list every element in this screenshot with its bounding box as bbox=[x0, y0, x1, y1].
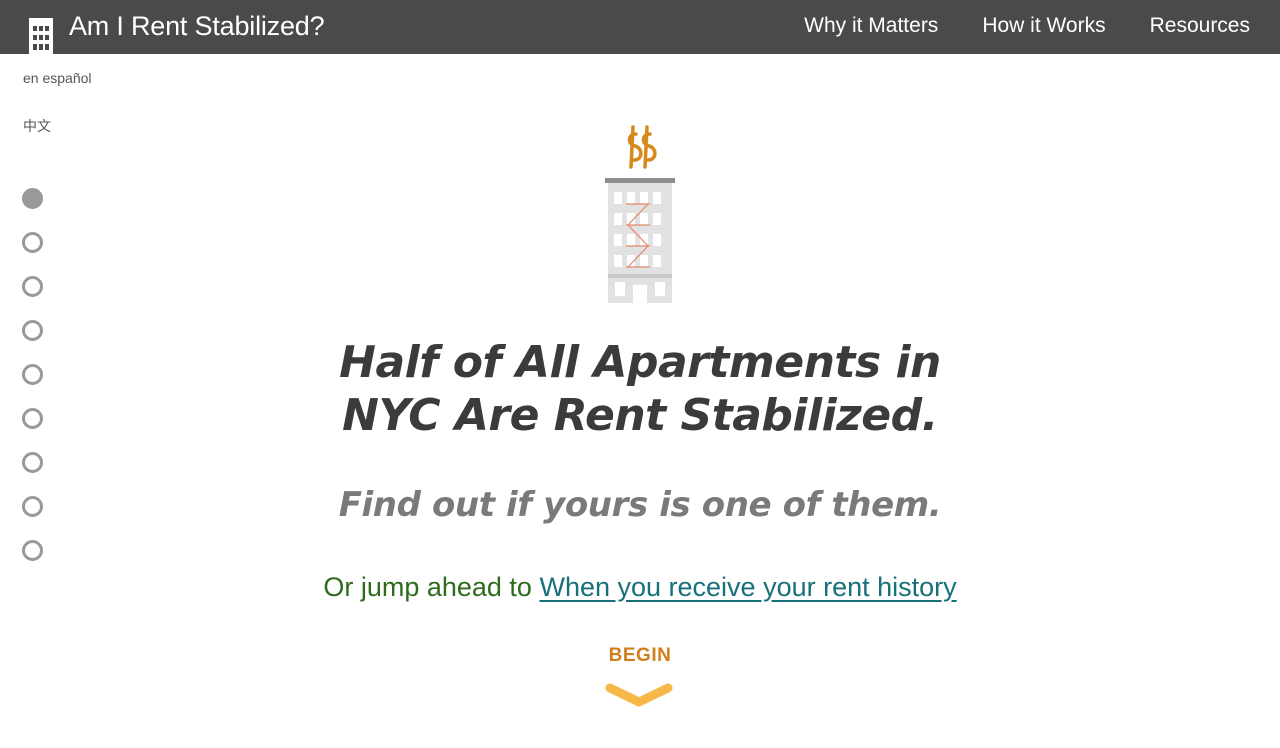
progress-dot-3[interactable] bbox=[22, 276, 43, 297]
progress-dot-6[interactable] bbox=[22, 408, 43, 429]
hero-subhead: Find out if yours is one of them. bbox=[338, 485, 942, 525]
nav-why-it-matters[interactable]: Why it Matters bbox=[804, 14, 938, 38]
building-with-dollar-smoke-icon bbox=[605, 125, 675, 303]
site-title[interactable]: Am I Rent Stabilized? bbox=[69, 11, 325, 42]
jump-ahead-text: Or jump ahead to When you receive your r… bbox=[140, 572, 1140, 603]
progress-dot-1[interactable] bbox=[22, 188, 43, 209]
language-link-chinese[interactable]: 中文 bbox=[23, 116, 51, 136]
nav-how-it-works[interactable]: How it Works bbox=[982, 14, 1105, 38]
jump-link-rent-history[interactable]: When you receive your rent history bbox=[539, 572, 956, 602]
language-link-spanish[interactable]: en español bbox=[23, 70, 92, 86]
progress-dot-8[interactable] bbox=[22, 496, 43, 517]
progress-dot-2[interactable] bbox=[22, 232, 43, 253]
progress-dot-7[interactable] bbox=[22, 452, 43, 473]
chevron-down-icon[interactable] bbox=[604, 682, 674, 710]
begin-button[interactable]: BEGIN bbox=[590, 645, 690, 667]
jump-prefix: Or jump ahead to bbox=[323, 572, 532, 602]
main-nav: Why it Matters How it Works Resources bbox=[804, 14, 1250, 38]
hero-headline: Half of All Apartments in NYC Are Rent S… bbox=[240, 336, 1040, 442]
nav-resources[interactable]: Resources bbox=[1150, 14, 1250, 38]
progress-dot-5[interactable] bbox=[22, 364, 43, 385]
progress-dots bbox=[22, 188, 43, 584]
progress-dot-9[interactable] bbox=[22, 540, 43, 561]
headline-line-2: NYC Are Rent Stabilized. bbox=[342, 390, 938, 441]
headline-line-1: Half of All Apartments in bbox=[339, 337, 941, 388]
progress-dot-4[interactable] bbox=[22, 320, 43, 341]
top-navigation-bar: Am I Rent Stabilized? Why it Matters How… bbox=[0, 0, 1280, 54]
building-logo-icon[interactable] bbox=[29, 18, 53, 54]
